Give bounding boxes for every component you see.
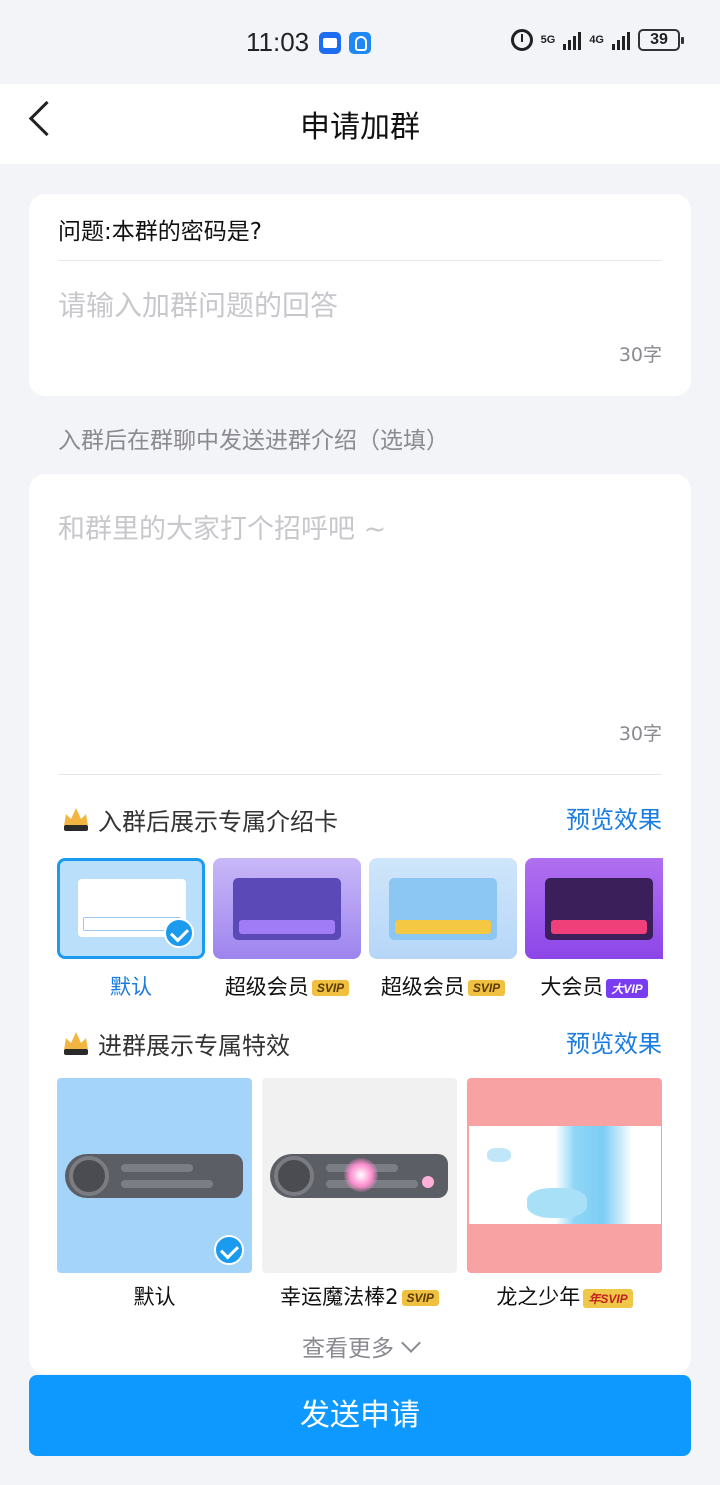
intro-card-option-svip-1[interactable]: 超级会员 SVIP	[213, 858, 361, 1001]
network-5g-label: 5G	[540, 33, 556, 46]
intro-card-section-header: 入群后展示专属介绍卡 预览效果	[58, 800, 662, 840]
divider	[58, 774, 662, 775]
effect-section-header: 进群展示专属特效 预览效果	[58, 1024, 662, 1064]
send-request-button[interactable]: 发送申请	[29, 1375, 691, 1456]
option-label: 龙之少年	[496, 1285, 581, 1309]
option-label: 幸运魔法棒2	[280, 1285, 399, 1309]
intro-card-option-big-vip[interactable]: 大会员 大VIP	[525, 858, 663, 1001]
signal-icon	[563, 30, 582, 50]
status-time: 11:03	[246, 27, 310, 57]
effect-thumbnail	[467, 1078, 662, 1273]
check-icon	[164, 918, 194, 948]
question-card: 问题:本群的密码是? 30字	[29, 194, 691, 396]
signal-icon	[612, 30, 630, 50]
option-label: 默认	[110, 975, 152, 999]
lightbulb-icon	[349, 32, 371, 54]
network-4g-label: 4G	[589, 33, 604, 46]
crown-icon	[64, 808, 88, 831]
option-label: 大会员	[540, 975, 604, 999]
battery-icon: 39	[638, 29, 684, 51]
option-label: 超级会员	[380, 975, 465, 999]
intro-card: 30字 入群后展示专属介绍卡 预览效果 默认 超级会员SVIP	[29, 474, 691, 1374]
intro-hint: 入群后在群聊中发送进群介绍（选填）	[58, 428, 449, 454]
intro-input[interactable]	[58, 507, 658, 687]
effect-option-default[interactable]: 默认	[57, 1078, 252, 1311]
option-label: 超级会员	[224, 975, 309, 999]
intro-card-preview-link[interactable]: 预览效果	[566, 800, 662, 835]
intro-card-option-default[interactable]: 默认	[57, 858, 205, 1001]
big-vip-badge: 大VIP	[606, 978, 648, 998]
effect-option-dragon-boy[interactable]: 龙之少年 年SVIP	[467, 1078, 662, 1311]
divider	[58, 260, 662, 261]
card-thumbnail	[369, 858, 517, 959]
alarm-icon	[510, 29, 533, 51]
status-bar: 11:03 5G 4G 39	[0, 0, 720, 84]
effect-thumbnail	[57, 1078, 252, 1273]
nav-bar: 申请加群	[0, 84, 720, 164]
svip-badge: SVIP	[311, 980, 350, 996]
effect-option-lucky-wand[interactable]: 幸运魔法棒2 SVIP	[262, 1078, 457, 1311]
answer-input[interactable]	[58, 289, 618, 322]
intro-char-counter: 30字	[618, 723, 662, 745]
question-text: 问题:本群的密码是?	[58, 219, 262, 245]
see-more-label: 查看更多	[302, 1336, 394, 1362]
effect-section-label: 进群展示专属特效	[98, 1032, 290, 1060]
mail-icon	[319, 32, 341, 54]
effect-preview-link[interactable]: 预览效果	[566, 1024, 662, 1059]
card-thumbnail	[213, 858, 361, 959]
page-title: 申请加群	[300, 110, 420, 145]
answer-char-counter: 30字	[618, 344, 662, 366]
intro-card-option-svip-2[interactable]: 超级会员 SVIP	[369, 858, 517, 1001]
effect-thumbnail	[262, 1078, 457, 1273]
svip-badge: SVIP	[401, 1290, 439, 1306]
chevron-down-icon	[401, 1333, 421, 1353]
card-thumbnail	[57, 858, 205, 959]
intro-card-section-label: 入群后展示专属介绍卡	[98, 808, 338, 836]
see-more-link[interactable]: 查看更多	[29, 1329, 691, 1363]
svip-badge: SVIP	[467, 980, 506, 996]
crown-icon	[64, 1032, 88, 1055]
check-icon	[214, 1235, 244, 1265]
annual-svip-badge: 年SVIP	[583, 1288, 633, 1308]
card-thumbnail	[525, 858, 663, 959]
option-label: 默认	[133, 1285, 176, 1309]
